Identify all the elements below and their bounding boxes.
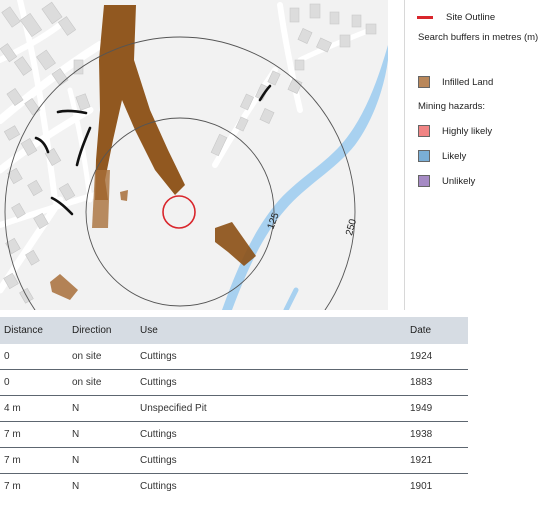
cell-direction: N [65,421,133,448]
site-outline-label: Site Outline [446,11,496,23]
cell-direction: on site [65,344,133,370]
legend-hazard-likely: Likely [412,149,557,163]
cell-direction: N [72,481,80,492]
cell-date: 1921 [406,447,468,474]
cell-direction: N [65,447,133,474]
map-canvas: 125 250 [0,0,388,310]
highly-likely-swatch [418,125,430,137]
highly-likely-label: Highly likely [442,125,493,137]
mining-hazards-title: Mining hazards: [418,100,486,112]
header-direction: Direction [72,325,112,336]
cell-distance: 7 m [0,447,65,474]
cell-use: Cuttings [133,369,406,396]
hazard-table: Distance Direction Use Date 0 on site Cu… [0,317,468,499]
table-row: 7 m N Cuttings 1901 [0,474,468,500]
legend-site-outline: Site Outline [412,10,557,24]
table-row: 0 on site Cuttings 1924 [0,344,468,370]
legend-mining-title: Mining hazards: [412,99,557,113]
cell-use: Cuttings [140,481,177,492]
table-row: 7 m N Cuttings 1938 [0,421,468,448]
table-row: 0 on site Cuttings 1883 [0,369,468,396]
table-row: 4 m N Unspecified Pit 1949 [0,395,468,422]
cell-distance: 4 m [0,395,65,422]
table-header-row: Distance Direction Use Date [0,317,468,344]
cell-date: 1938 [406,421,468,448]
cell-date: 1883 [406,369,468,396]
header-use: Use [140,325,158,336]
legend-hazard-unlikely: Unlikely [412,174,557,188]
map-view[interactable]: 125 250 [0,0,388,310]
likely-label: Likely [442,150,467,162]
legend-infilled-land: Infilled Land [412,75,557,89]
legend-hazard-highly-likely: Highly likely [412,124,557,138]
cell-use: Cuttings [133,344,406,370]
cell-use: Cuttings [133,421,406,448]
header-distance: Distance [4,325,43,336]
cell-use: Unspecified Pit [133,395,406,422]
cell-distance: 7 m [0,421,65,448]
cell-use: Cuttings [133,447,406,474]
cell-date: 1949 [406,395,468,422]
cell-direction: on site [65,369,133,396]
cell-distance: 7 m [4,481,21,492]
cell-direction: N [65,395,133,422]
cell-distance: 0 [0,344,65,370]
site-outline-swatch [417,15,433,19]
cell-date: 1901 [410,481,433,492]
infilled-land-label: Infilled Land [442,76,494,88]
unlikely-label: Unlikely [442,175,476,187]
header-date: Date [410,325,432,336]
search-buffers-label: Search buffers in metres (m) [418,31,539,43]
cell-date: 1924 [406,344,468,370]
legend-divider [404,0,405,310]
unlikely-swatch [418,175,430,187]
table-row: 7 m N Cuttings 1921 [0,447,468,474]
cell-distance: 0 [0,369,65,396]
map-legend: Site Outline Search buffers in metres (m… [412,10,557,188]
likely-swatch [418,150,430,162]
legend-search-buffers: Search buffers in metres (m) [412,30,557,44]
infilled-land-swatch [418,76,430,88]
